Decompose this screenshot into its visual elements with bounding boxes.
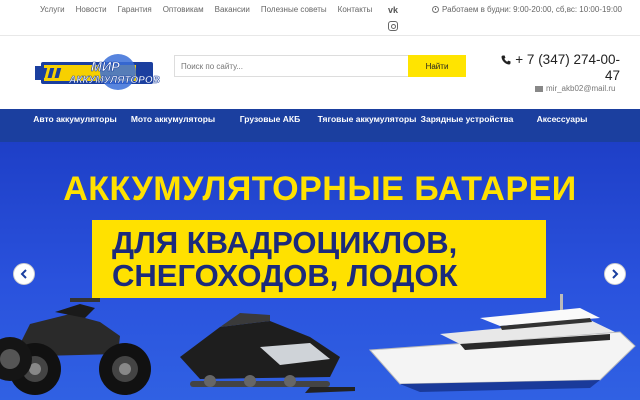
banner-subtitle-line-1: ДЛЯ КВАДРОЦИКЛОВ,: [112, 225, 458, 260]
phone-icon: [501, 55, 511, 65]
site-header: МИР АККУМУЛЯТОРОВ Найти + 7 (347) 274-00…: [0, 36, 640, 109]
email-link[interactable]: mir_akb02@mail.ru: [535, 84, 615, 93]
top-bar: Услуги Новости Гарантия Оптовикам Ваканс…: [0, 0, 640, 36]
phone-line-1: + 7 (347) 274-00-: [515, 52, 620, 67]
nav-item-traction-batteries[interactable]: Тяговые аккумуляторы: [314, 109, 420, 142]
nav-item-truck-batteries[interactable]: Грузовые АКБ: [226, 109, 314, 142]
working-hours-text: Работаем в будни: 9:00-20:00, сб,вс: 10:…: [442, 5, 622, 14]
search-button[interactable]: Найти: [408, 55, 466, 77]
phone-number[interactable]: + 7 (347) 274-00- 47: [480, 52, 620, 84]
top-link-contacts[interactable]: Контакты: [338, 5, 373, 14]
nav-item-accessories[interactable]: Аксессуары: [514, 109, 610, 142]
carousel-prev-button[interactable]: [13, 263, 35, 285]
top-link-wholesale[interactable]: Оптовикам: [163, 5, 204, 14]
working-hours: Работаем в будни: 9:00-20:00, сб,вс: 10:…: [432, 5, 622, 14]
chevron-left-icon: [20, 269, 27, 279]
snowmobile-image: [180, 313, 355, 393]
search-input[interactable]: [174, 55, 408, 77]
top-link-warranty[interactable]: Гарантия: [118, 5, 152, 14]
nav-item-car-batteries[interactable]: Авто аккумуляторы: [30, 109, 120, 142]
top-link-vacancies[interactable]: Вакансии: [215, 5, 250, 14]
clock-icon: [432, 6, 439, 13]
phone-line-2: 47: [604, 68, 620, 83]
mail-icon: [535, 85, 543, 92]
yacht-image: [368, 294, 636, 392]
email-text: mir_akb02@mail.ru: [546, 84, 616, 93]
top-link-services[interactable]: Услуги: [40, 5, 65, 14]
nav-item-chargers[interactable]: Зарядные устройства: [420, 109, 514, 142]
main-nav: Авто аккумуляторы Мото аккумуляторы Груз…: [0, 109, 640, 142]
top-link-tips[interactable]: Полезные советы: [261, 5, 327, 14]
nav-item-moto-batteries[interactable]: Мото аккумуляторы: [120, 109, 226, 142]
site-logo[interactable]: МИР АККУМУЛЯТОРОВ: [33, 54, 168, 94]
promo-banner[interactable]: АККУМУЛЯТОРНЫЕ БАТАРЕИ ДЛЯ КВАДРОЦИКЛОВ,…: [0, 142, 640, 400]
atv-image: [0, 298, 151, 395]
svg-text:МИР: МИР: [91, 59, 120, 74]
vk-icon[interactable]: vk: [388, 5, 398, 15]
search-box: Найти: [174, 55, 466, 77]
svg-text:АККУМУЛЯТОРОВ: АККУМУЛЯТОРОВ: [68, 75, 160, 86]
top-link-news[interactable]: Новости: [76, 5, 107, 14]
instagram-icon[interactable]: [388, 21, 398, 31]
banner-title: АККУМУЛЯТОРНЫЕ БАТАРЕИ: [63, 170, 577, 208]
top-nav: Услуги Новости Гарантия Оптовикам Ваканс…: [40, 5, 372, 14]
